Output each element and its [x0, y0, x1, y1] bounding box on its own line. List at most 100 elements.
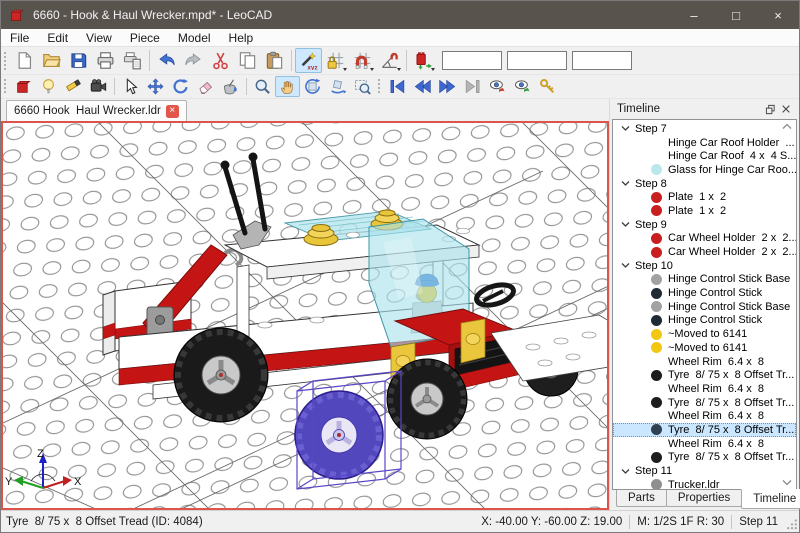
snap-angle-button[interactable] [376, 48, 403, 73]
timeline-part-row[interactable]: Hinge Control Stick Base [613, 300, 796, 314]
copy-button[interactable] [234, 48, 261, 73]
transform-apply-button[interactable] [410, 48, 437, 73]
paste-button[interactable] [261, 48, 288, 73]
transform-z-input[interactable] [572, 51, 632, 70]
timeline-part-row[interactable]: Hinge Car Roof Holder ... [613, 136, 796, 150]
part-color-swatch [651, 479, 662, 490]
zoom-button[interactable] [250, 76, 275, 97]
redo-button[interactable] [180, 48, 207, 73]
timeline-part-row[interactable]: ~Moved to 6141 [613, 327, 796, 341]
rotate-button[interactable] [168, 76, 193, 97]
undo-button[interactable] [153, 48, 180, 73]
close-button[interactable]: × [757, 1, 799, 29]
timeline-part-row[interactable]: Hinge Control Stick Base [613, 273, 796, 287]
insert-piece-button[interactable] [11, 76, 36, 97]
select-button[interactable] [118, 76, 143, 97]
key-button[interactable] [535, 76, 560, 97]
toolbar-grip[interactable] [377, 78, 382, 94]
timeline-part-row[interactable]: Car Wheel Holder 2 x 2... [613, 245, 796, 259]
save-button[interactable] [65, 48, 92, 73]
menu-file[interactable]: File [1, 29, 38, 46]
timeline-step-row[interactable]: Step 9 [613, 218, 796, 232]
timeline-step-row[interactable]: Step 10 [613, 259, 796, 273]
panel-close-button[interactable] [778, 101, 794, 117]
menu-piece[interactable]: Piece [121, 29, 169, 46]
show-piece-button[interactable] [510, 76, 535, 97]
part-label: Car Wheel Holder 2 x 2... [668, 246, 797, 258]
transform-x-input[interactable] [442, 51, 502, 70]
delete-button[interactable] [193, 76, 218, 97]
chevron-down-icon[interactable] [621, 124, 630, 133]
toolbar-grip[interactable] [3, 51, 8, 70]
menu-view[interactable]: View [77, 29, 121, 46]
timeline-part-row[interactable]: Wheel Rim 6.4 x 8 [613, 437, 796, 451]
tab-close-button[interactable]: × [166, 105, 179, 118]
timeline-part-row[interactable]: Hinge Car Roof 4 x 4 S... [613, 149, 796, 163]
last-step-button[interactable] [460, 76, 485, 97]
timeline-step-row[interactable]: Step 7 [613, 122, 796, 136]
panel-tab-properties[interactable]: Properties [666, 490, 742, 507]
timeline-part-row[interactable]: Wheel Rim 6.4 x 8 [613, 409, 796, 423]
print-button[interactable] [92, 48, 119, 73]
print-icon [96, 51, 115, 70]
timeline-part-row[interactable]: Glass for Hinge Car Roo... [613, 163, 796, 177]
menu-help[interactable]: Help [220, 29, 263, 46]
timeline-part-row[interactable]: Tyre 8/ 75 x 8 Offset Tr... [613, 368, 796, 382]
snap-lock-button[interactable] [322, 48, 349, 73]
previous-step-icon [414, 78, 431, 95]
pan-button[interactable] [275, 76, 300, 97]
scroll-down-icon[interactable] [782, 479, 792, 486]
document-tab[interactable]: 6660 Hook Haul Wrecker.ldr × [6, 100, 187, 121]
menu-model[interactable]: Model [169, 29, 220, 46]
timeline-part-row[interactable]: Tyre 8/ 75 x 8 Offset Tr... [613, 396, 796, 410]
timeline-part-row[interactable]: Hinge Control Stick [613, 314, 796, 328]
timeline-part-row[interactable]: Tyre 8/ 75 x 8 Offset Tr... [613, 451, 796, 465]
move-button[interactable] [143, 76, 168, 97]
hide-piece-button[interactable] [485, 76, 510, 97]
new-button[interactable] [11, 48, 38, 73]
timeline-part-row[interactable]: Car Wheel Holder 2 x 2... [613, 232, 796, 246]
chevron-down-icon[interactable] [621, 179, 630, 188]
snap-move-button[interactable] [349, 48, 376, 73]
panel-tab-timeline[interactable]: Timeline [741, 489, 800, 509]
timeline-part-row[interactable]: Plate 1 x 2 [613, 190, 796, 204]
selected-wheel[interactable] [295, 391, 383, 479]
zoom-region-button[interactable] [350, 76, 375, 97]
transform-y-input[interactable] [507, 51, 567, 70]
timeline-part-row[interactable]: Hinge Control Stick [613, 286, 796, 300]
timeline-part-row[interactable]: Wheel Rim 6.4 x 8 [613, 382, 796, 396]
next-step-button[interactable] [435, 76, 460, 97]
first-step-button[interactable] [385, 76, 410, 97]
cut-button[interactable] [207, 48, 234, 73]
toolbar-grip[interactable] [3, 78, 8, 94]
chevron-down-icon[interactable] [621, 261, 630, 270]
rotate-view-button[interactable] [300, 76, 325, 97]
minimize-button[interactable]: – [673, 1, 715, 29]
timeline-part-row[interactable]: Tyre 8/ 75 x 8 Offset Tr... [613, 423, 796, 437]
previous-step-button[interactable] [410, 76, 435, 97]
timeline-part-row[interactable]: ~Moved to 6141 [613, 341, 796, 355]
camera-button[interactable] [86, 76, 111, 97]
relative-transform-button[interactable] [295, 48, 322, 73]
maximize-button[interactable]: □ [715, 1, 757, 29]
rear-wheel[interactable] [174, 328, 268, 422]
menu-edit[interactable]: Edit [38, 29, 77, 46]
panel-float-button[interactable] [762, 101, 778, 117]
timeline-step-row[interactable]: Step 11 [613, 464, 796, 478]
timeline-part-row[interactable]: Plate 1 x 2 [613, 204, 796, 218]
panel-tab-parts[interactable]: Parts [616, 490, 667, 507]
resize-grip[interactable] [785, 511, 799, 532]
timeline-part-row[interactable]: Wheel Rim 6.4 x 8 [613, 355, 796, 369]
paint-button[interactable] [218, 76, 243, 97]
chevron-down-icon[interactable] [621, 467, 630, 476]
scroll-up-icon[interactable] [782, 123, 792, 130]
print-preview-button[interactable] [119, 48, 146, 73]
viewport-3d[interactable]: Z X Y [1, 121, 609, 510]
chevron-down-icon[interactable] [621, 220, 630, 229]
open-button[interactable] [38, 48, 65, 73]
roll-button[interactable] [325, 76, 350, 97]
spotlight-button[interactable] [61, 76, 86, 97]
light-button[interactable] [36, 76, 61, 97]
timeline-tree[interactable]: Step 7Hinge Car Roof Holder ...Hinge Car… [612, 119, 797, 490]
timeline-step-row[interactable]: Step 8 [613, 177, 796, 191]
